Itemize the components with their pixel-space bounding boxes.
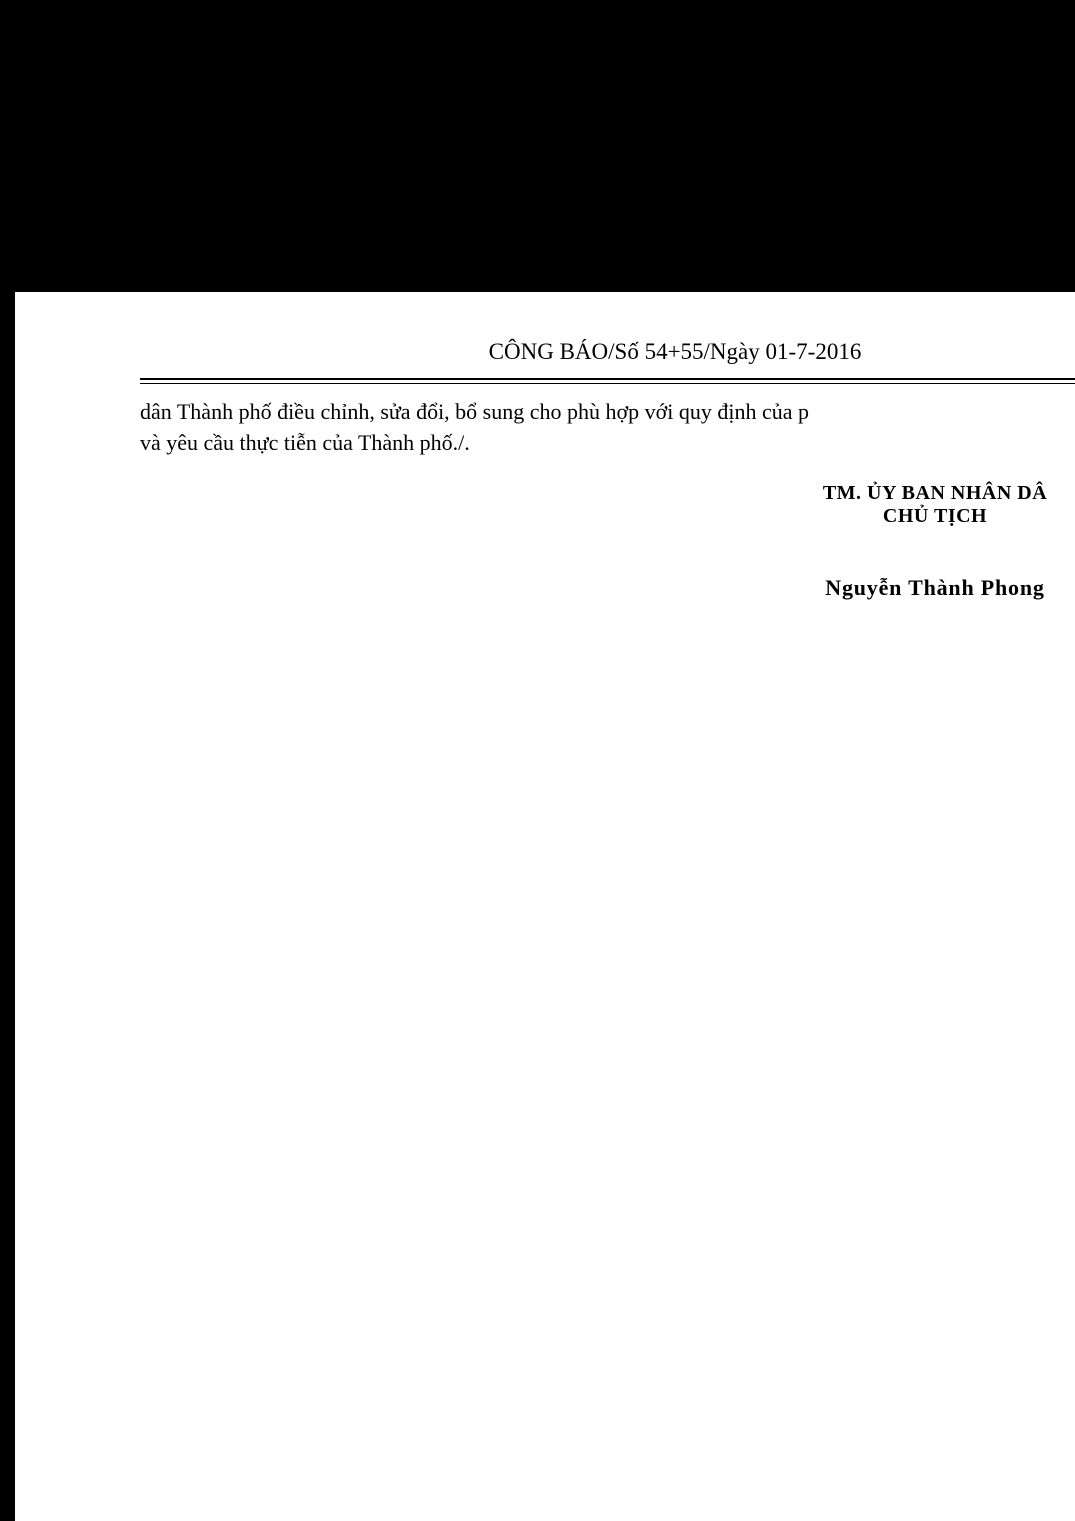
body-text-line-2: và yêu cầu thực tiễn của Thành phố./. [140, 430, 470, 455]
header-rule-thick [140, 378, 1075, 380]
signature-title: CHỦ TỊCH [882, 505, 988, 527]
gazette-running-header: CÔNG BÁO/Số 54+55/Ngày 01-7-2016 [488, 339, 862, 364]
signature-organization: TM. ỦY BAN NHÂN DÂ [822, 482, 1048, 504]
body-text-line-1: dân Thành phố điều chỉnh, sửa đổi, bổ su… [140, 399, 810, 424]
document-page: CÔNG BÁO/Số 54+55/Ngày 01-7-2016 dân Thà… [15, 292, 1075, 1521]
header-rule-thin [140, 383, 1075, 384]
signatory-name: Nguyễn Thành Phong [825, 575, 1045, 600]
